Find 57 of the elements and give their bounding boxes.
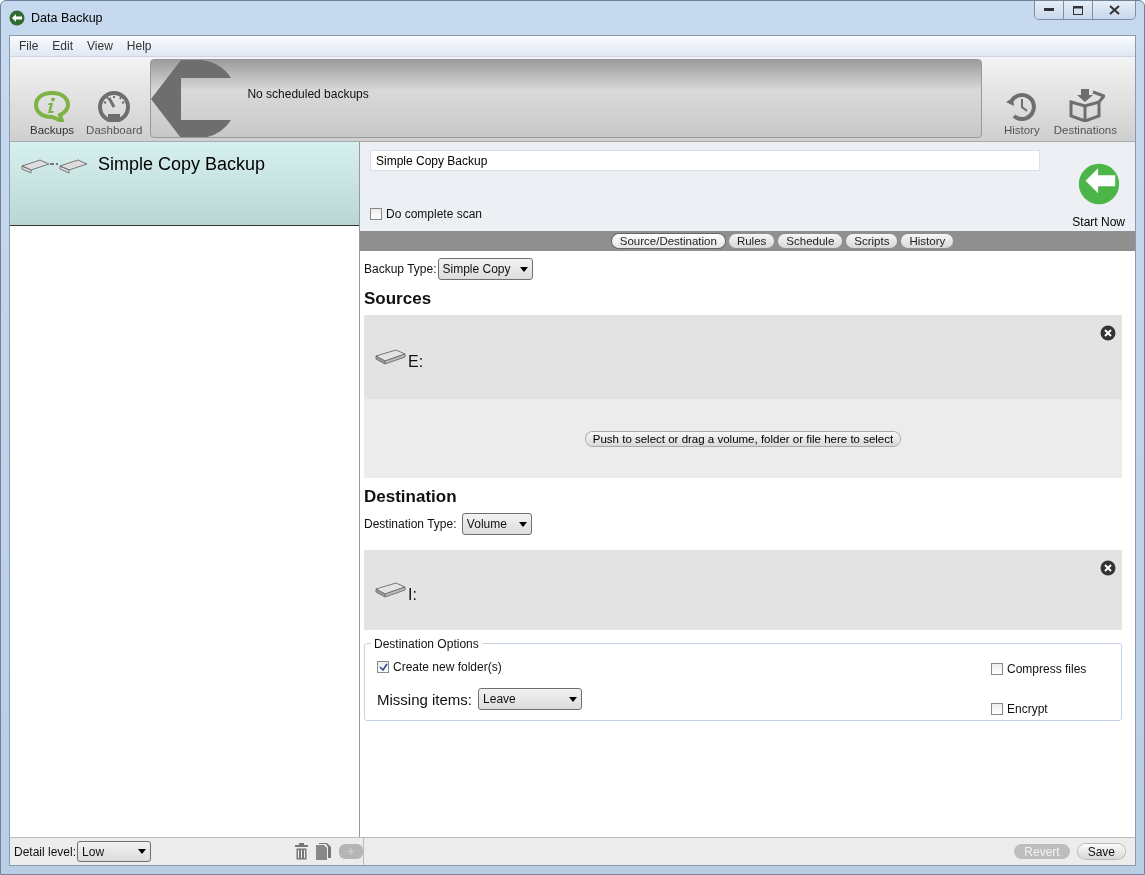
maximize-icon xyxy=(1073,5,1083,15)
missing-items-dropdown[interactable]: Leave xyxy=(478,688,583,710)
info-bubble-icon xyxy=(33,90,72,122)
destination-heading: Destination xyxy=(364,487,458,507)
checkbox-label: Compress files xyxy=(1007,662,1087,676)
missing-items-label: Missing items: xyxy=(377,690,473,708)
menu-item[interactable]: View xyxy=(87,39,113,53)
remove-icon[interactable] xyxy=(1100,560,1116,576)
close-icon xyxy=(1108,5,1120,15)
toolbar-button[interactable]: Dashboard xyxy=(86,90,143,136)
detail-level-label: Detail level: xyxy=(14,844,77,859)
destination-type-label: Destination Type: xyxy=(364,517,457,531)
checkbox-label: Encrypt xyxy=(1007,702,1048,716)
minimize-icon xyxy=(1044,8,1054,12)
detail-level-dropdown[interactable]: Low xyxy=(77,841,152,862)
drive-icon xyxy=(374,348,406,366)
trash-icon[interactable] xyxy=(295,843,308,860)
group-title: Destination Options xyxy=(371,637,482,651)
minimize-button[interactable] xyxy=(1035,1,1064,19)
tab[interactable]: Source/Destination xyxy=(611,234,725,248)
backup-type-dropdown[interactable]: Simple Copy xyxy=(437,258,533,280)
app-logo-icon xyxy=(9,10,25,26)
drive-icon xyxy=(374,581,406,599)
checkbox[interactable] xyxy=(377,661,389,673)
tab[interactable]: Schedule xyxy=(778,234,843,248)
select-source-button[interactable]: Push to select or drag a volume, folder or file here to select xyxy=(585,431,901,446)
maximize-button[interactable] xyxy=(1064,1,1093,19)
sources-heading: Sources xyxy=(364,289,433,309)
drop-zone[interactable]: Push to select or drag a volume, folder or file here to select xyxy=(364,399,1122,478)
copy-icon[interactable] xyxy=(316,843,331,860)
backup-type-label: Backup Type: xyxy=(364,262,437,276)
start-now-button[interactable]: Start Now xyxy=(1072,150,1125,231)
checkbox[interactable] xyxy=(370,208,382,220)
destination-type-dropdown[interactable]: Volume xyxy=(461,513,532,535)
toolbar-button[interactable]: History xyxy=(1003,90,1040,136)
window-title: Data Backup xyxy=(31,11,104,25)
volume-label: I: xyxy=(408,586,417,604)
checkbox[interactable] xyxy=(991,663,1003,675)
tab[interactable]: History xyxy=(901,234,954,248)
clock-icon xyxy=(1004,90,1039,122)
backup-name-field[interactable]: Simple Copy Backup xyxy=(370,150,1040,171)
toolbar-button[interactable]: Backups xyxy=(30,90,75,136)
checkbox-label: Create new folder(s) xyxy=(393,660,502,674)
menu-item[interactable]: File xyxy=(19,39,39,53)
toolbar-button[interactable]: Destinations xyxy=(1053,88,1117,136)
volume-label: E: xyxy=(408,353,424,371)
footer-button[interactable]: Save xyxy=(1077,844,1125,859)
banner-text: No scheduled backups xyxy=(247,86,369,101)
tab[interactable]: Scripts xyxy=(846,234,898,248)
checkbox-label: Do complete scan xyxy=(386,207,483,221)
menu-item[interactable]: Help xyxy=(126,39,152,53)
backup-list-item[interactable]: Simple Copy Backup xyxy=(10,142,359,226)
checkbox[interactable] xyxy=(991,703,1003,715)
close-button[interactable] xyxy=(1093,1,1135,19)
remove-icon[interactable] xyxy=(1100,325,1116,341)
menu-item[interactable]: Edit xyxy=(52,39,74,53)
tab[interactable]: Rules xyxy=(728,234,775,248)
